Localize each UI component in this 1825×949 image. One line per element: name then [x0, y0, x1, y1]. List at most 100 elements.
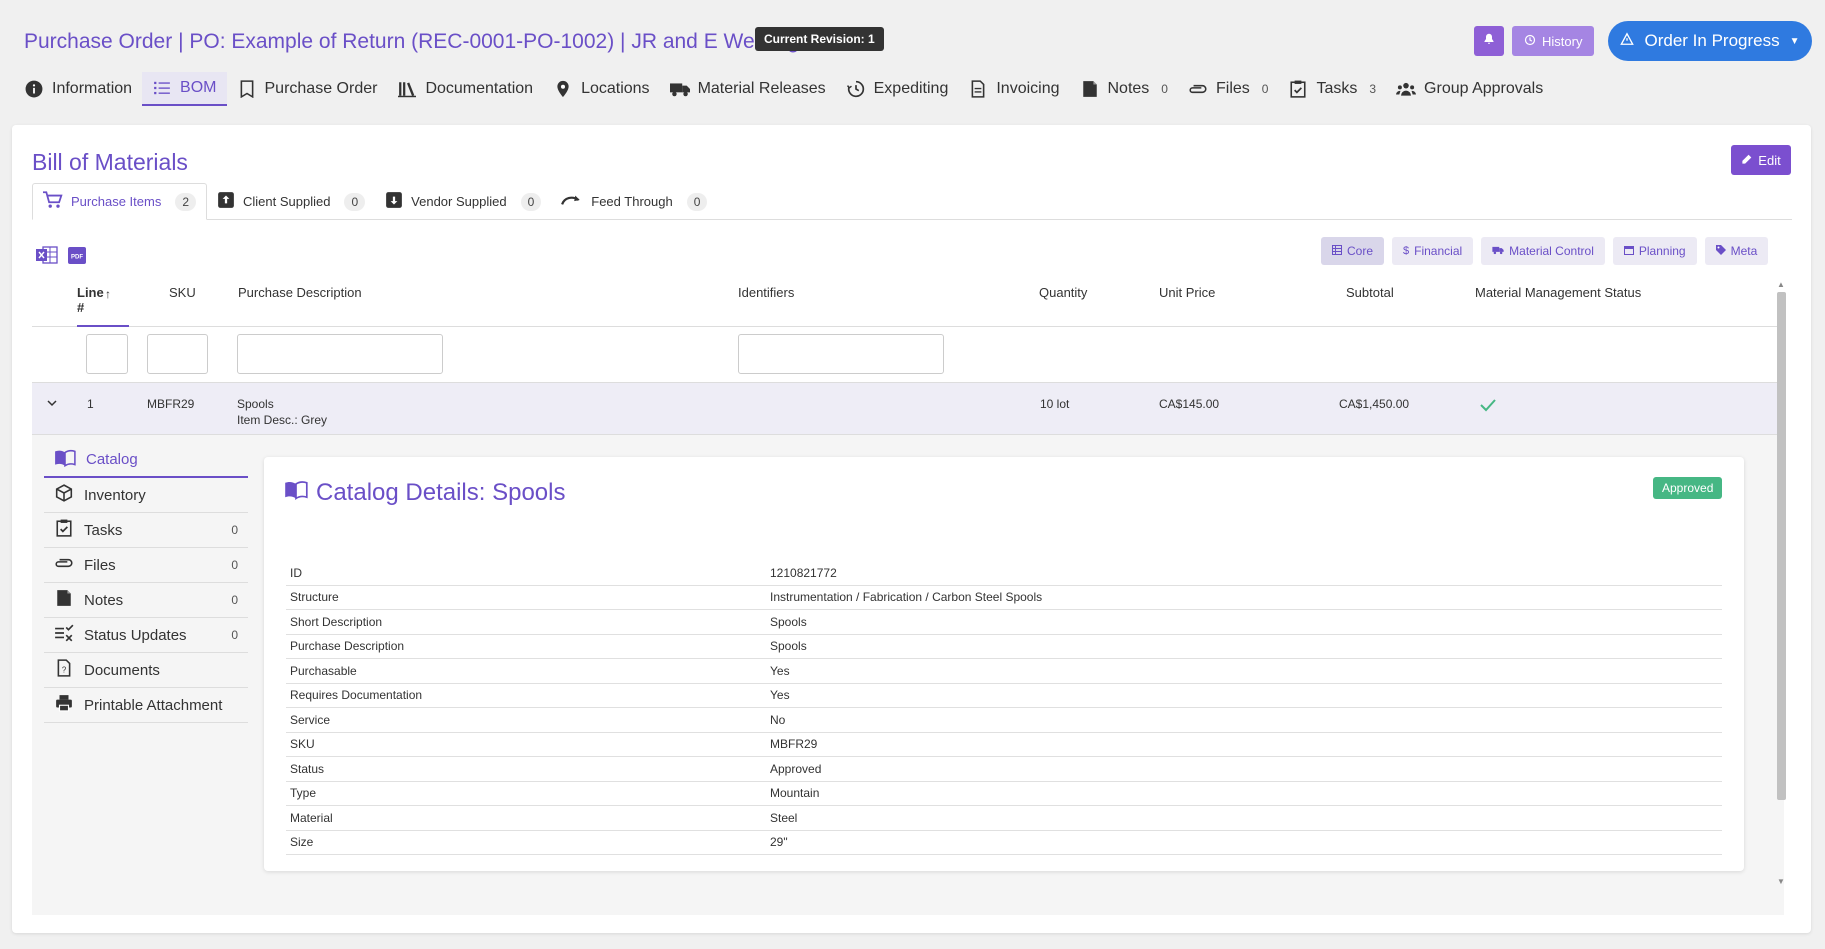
side-item-count: 0	[231, 523, 238, 537]
tab-tasks[interactable]: Tasks 3	[1278, 72, 1386, 106]
col-header-mm-status[interactable]: Material Management Status	[1475, 285, 1641, 300]
side-item-label: Catalog	[86, 451, 138, 468]
detail-key: ID	[290, 565, 302, 580]
history-icon	[1524, 34, 1536, 49]
dollar-icon: $	[1403, 245, 1410, 257]
box-download-icon	[385, 191, 403, 212]
side-item-tasks[interactable]: Tasks 0	[44, 513, 248, 548]
detail-key: Type	[290, 786, 317, 801]
row-detail: Catalog Inventory Tasks 0 Files 0 Notes …	[32, 435, 1784, 915]
col-header-subtotal[interactable]: Subtotal	[1346, 285, 1394, 300]
side-item-documents[interactable]: ? Documents	[44, 653, 248, 688]
view-core-button[interactable]: Core	[1321, 237, 1385, 265]
detail-value: Mountain	[770, 786, 820, 801]
tab-material-releases[interactable]: Material Releases	[660, 72, 836, 106]
scrollbar-thumb[interactable]	[1777, 292, 1786, 800]
subtab-client-supplied[interactable]: Client Supplied 0	[207, 183, 375, 220]
tab-documentation[interactable]: Documentation	[387, 72, 543, 106]
subtab-vendor-supplied[interactable]: Vendor Supplied 0	[375, 183, 551, 220]
bom-table: Line # ↑ SKU Purchase Description Identi…	[32, 275, 1788, 915]
detail-row: ID 1210821772	[286, 561, 1722, 586]
side-item-files[interactable]: Files 0	[44, 548, 248, 583]
side-item-label: Documents	[84, 661, 160, 679]
detail-value: 1210821772	[770, 565, 837, 580]
col-header-unit-price[interactable]: Unit Price	[1159, 285, 1215, 300]
tab-label: Notes	[1107, 80, 1150, 97]
notifications-button[interactable]	[1474, 26, 1504, 56]
order-status-dropdown[interactable]: Order In Progress ▼	[1608, 21, 1812, 61]
tab-files[interactable]: Files 0	[1178, 72, 1278, 106]
side-item-catalog[interactable]: Catalog	[44, 443, 248, 478]
cell-quantity: 10 lot	[1040, 397, 1070, 411]
detail-key: Purchasable	[290, 663, 357, 678]
tab-notes[interactable]: Notes 0	[1070, 72, 1178, 106]
notes-count: 0	[1161, 82, 1168, 96]
checklist-icon	[54, 519, 74, 541]
history-button[interactable]: History	[1512, 26, 1595, 56]
side-item-count: 0	[231, 628, 238, 642]
table-row[interactable]: 1 MBFR29 Spools Item Desc.: Grey 10 lot …	[32, 383, 1784, 435]
view-material-control-button[interactable]: Material Control	[1481, 237, 1605, 265]
tab-expediting[interactable]: Expediting	[836, 72, 959, 106]
pdf-export-icon[interactable]: PDF	[68, 245, 86, 270]
detail-value: Yes	[770, 663, 790, 678]
view-financial-button[interactable]: $ Financial	[1392, 237, 1474, 265]
table-scrollbar[interactable]: ▲ ▼	[1774, 280, 1788, 886]
side-item-label: Notes	[84, 591, 124, 609]
tab-group-approvals[interactable]: Group Approvals	[1386, 72, 1553, 106]
excel-export-icon[interactable]	[36, 245, 58, 270]
tab-purchase-order[interactable]: Purchase Order	[227, 72, 388, 106]
bom-subtabs: Purchase Items 2 Client Supplied 0 Vendo…	[32, 183, 1792, 220]
note-icon	[1080, 79, 1100, 99]
filter-sku-input[interactable]	[147, 334, 208, 374]
tab-locations[interactable]: Locations	[543, 72, 660, 106]
filter-line-input[interactable]	[86, 334, 128, 374]
tab-label: Tasks	[1316, 80, 1358, 97]
cell-unit-price: CA$145.00	[1159, 397, 1220, 411]
detail-row: Short Description Spools	[286, 610, 1722, 635]
col-header-purchase-description[interactable]: Purchase Description	[238, 285, 362, 300]
view-meta-button[interactable]: Meta	[1704, 237, 1769, 265]
subtab-feed-through[interactable]: Feed Through 0	[551, 183, 717, 220]
side-item-label: Files	[84, 556, 116, 574]
side-item-printable-attachment[interactable]: Printable Attachment	[44, 688, 248, 723]
subtab-count: 0	[520, 192, 542, 211]
col-header-identifiers[interactable]: Identifiers	[738, 285, 794, 300]
side-item-inventory[interactable]: Inventory	[44, 478, 248, 513]
subtab-count: 0	[686, 192, 708, 211]
bookmark-icon	[237, 79, 257, 99]
detail-key: Material	[290, 810, 333, 825]
scroll-up-icon[interactable]: ▲	[1777, 280, 1785, 289]
view-label: Core	[1347, 244, 1374, 258]
tab-information[interactable]: Information	[14, 72, 142, 106]
filter-identifiers-input[interactable]	[738, 334, 944, 374]
bell-icon	[1483, 32, 1495, 50]
subtab-label: Purchase Items	[71, 194, 162, 209]
tab-invoicing[interactable]: Invoicing	[958, 72, 1069, 106]
view-planning-button[interactable]: Planning	[1612, 237, 1697, 265]
tab-label: Invoicing	[996, 80, 1060, 97]
table-header: Line # ↑ SKU Purchase Description Identi…	[32, 275, 1784, 327]
subtab-purchase-items[interactable]: Purchase Items 2	[32, 183, 208, 220]
filter-description-input[interactable]	[237, 334, 443, 374]
col-header-quantity[interactable]: Quantity	[1039, 285, 1087, 300]
tab-label: Locations	[581, 80, 650, 97]
side-item-notes[interactable]: Notes 0	[44, 583, 248, 618]
bom-title: Bill of Materials	[32, 149, 188, 175]
side-item-status-updates[interactable]: Status Updates 0	[44, 618, 248, 653]
page-header: Purchase Order | PO: Example of Return (…	[0, 0, 1825, 120]
status-list-icon	[54, 624, 74, 646]
col-header-sku[interactable]: SKU	[169, 285, 196, 300]
expand-chevron-icon[interactable]	[46, 397, 58, 413]
tab-bom[interactable]: BOM	[142, 72, 227, 106]
side-item-label: Printable Attachment	[84, 696, 223, 714]
detail-key: Requires Documentation	[290, 688, 423, 703]
col-label: Line #	[77, 285, 104, 315]
catalog-details-table: ID 1210821772 Structure Instrumentation / …	[286, 561, 1722, 855]
edit-button[interactable]: Edit	[1731, 145, 1791, 175]
table-icon	[1332, 244, 1342, 258]
col-header-line[interactable]: Line # ↑	[77, 285, 129, 327]
scroll-down-icon[interactable]: ▼	[1777, 877, 1785, 886]
detail-value: Steel	[770, 810, 798, 825]
tab-label: Material Releases	[697, 80, 826, 97]
